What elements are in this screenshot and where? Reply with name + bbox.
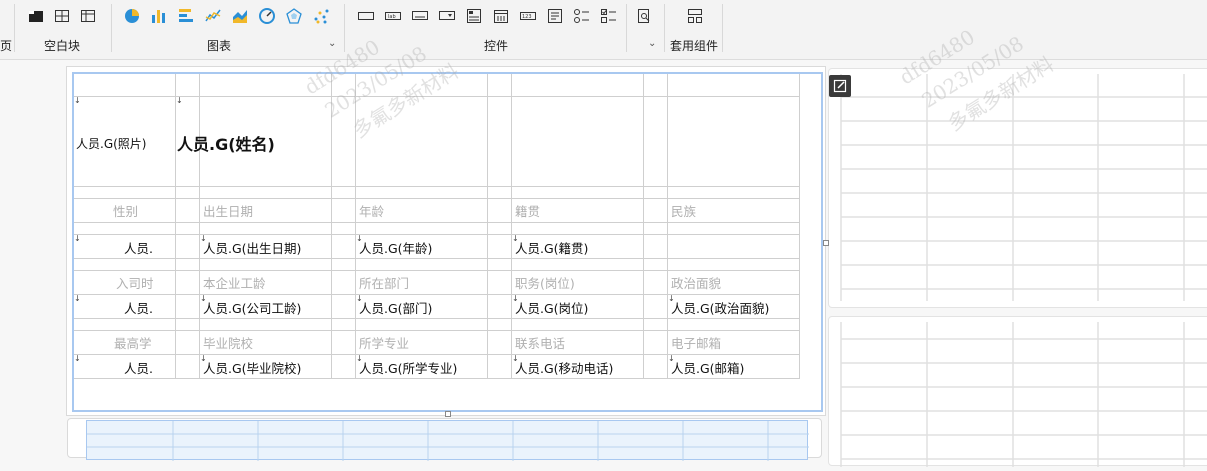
common-component-icon[interactable] <box>685 6 705 26</box>
edit-icon <box>833 79 847 93</box>
label-cell[interactable]: 电子邮箱 <box>671 333 721 352</box>
blank-block-dark-icon[interactable] <box>26 6 46 26</box>
value-cell[interactable]: 人员.G(毕业院校) <box>203 358 301 377</box>
ribbon-toolbar: 页 空白块 图表 ⌄ lab 123 控件 ⌄ 套用组件 <box>0 0 1207 60</box>
value-cell[interactable]: 人员.G(籍贯) <box>515 238 588 257</box>
area-chart-icon[interactable] <box>230 6 250 26</box>
label-cell[interactable]: 入司时 <box>116 273 154 292</box>
value-cell[interactable]: 人员.G(年龄) <box>359 238 432 257</box>
expand-down-icon: ↓ <box>74 96 81 105</box>
label-widget-icon[interactable]: lab <box>383 6 403 26</box>
radar-chart-icon[interactable] <box>284 6 304 26</box>
button-widget-icon[interactable] <box>356 6 376 26</box>
expand-down-icon: ↓ <box>74 354 81 363</box>
value-cell[interactable]: 人员.G(出生日期) <box>203 238 301 257</box>
label-cell[interactable]: 职务(岗位) <box>515 273 575 292</box>
dropdown-widget-icon[interactable] <box>437 6 457 26</box>
label-cell[interactable]: 籍贯 <box>515 201 540 220</box>
resize-handle-bottom[interactable] <box>445 411 451 417</box>
label-cell[interactable]: 性别 <box>113 201 138 220</box>
value-cell[interactable]: 人员.G(部门) <box>359 298 432 317</box>
right-panel-top-grid <box>840 74 1207 301</box>
resize-handle-right[interactable] <box>823 240 829 246</box>
name-cell[interactable]: 人员.G(姓名) <box>177 131 275 155</box>
value-cell[interactable]: 人员. <box>124 358 153 377</box>
separator <box>722 4 723 52</box>
chevron-down-icon[interactable]: ⌄ <box>328 38 336 49</box>
value-cell[interactable]: 人员.G(所学专业) <box>359 358 457 377</box>
group-label-blank: 空白块 <box>44 39 81 53</box>
scatter-chart-icon[interactable] <box>311 6 331 26</box>
value-cell[interactable]: 人员.G(邮箱) <box>671 358 744 377</box>
value-cell[interactable]: 人员.G(公司工龄) <box>203 298 301 317</box>
separator <box>626 4 627 52</box>
search-widget-icon[interactable] <box>634 6 654 26</box>
separator <box>664 4 665 52</box>
expand-down-icon: ↓ <box>74 234 81 243</box>
blank-block-split-icon[interactable] <box>52 6 72 26</box>
checkbox-group-widget-icon[interactable] <box>599 6 619 26</box>
textarea-widget-icon[interactable] <box>545 6 565 26</box>
chevron-down-icon[interactable]: ⌄ <box>648 38 656 49</box>
value-cell[interactable]: 人员.G(政治面貌) <box>671 298 769 317</box>
bar-chart-icon[interactable] <box>149 6 169 26</box>
pie-chart-icon[interactable] <box>122 6 142 26</box>
number-widget-icon[interactable]: 123 <box>518 6 538 26</box>
lower-grid-lines <box>87 421 809 461</box>
blank-block-grid-icon[interactable] <box>78 6 98 26</box>
lower-report-grid[interactable] <box>86 420 809 461</box>
date-widget-icon[interactable] <box>491 6 511 26</box>
separator <box>111 4 112 52</box>
expand-down-icon: ↓ <box>176 96 183 105</box>
radio-group-widget-icon[interactable] <box>572 6 592 26</box>
right-panel-bottom-grid <box>840 322 1207 467</box>
value-cell[interactable]: 人员. <box>124 238 153 257</box>
right-panel-bottom[interactable] <box>828 316 1207 467</box>
group-label-widget: 控件 <box>484 39 509 53</box>
group-label-chart: 图表 <box>207 39 232 53</box>
value-cell[interactable]: 人员.G(岗位) <box>515 298 588 317</box>
value-cell[interactable]: 人员.G(移动电话) <box>515 358 613 377</box>
horizontal-bar-chart-icon[interactable] <box>176 6 196 26</box>
label-cell[interactable]: 出生日期 <box>203 201 253 220</box>
value-cell[interactable]: 人员. <box>124 298 153 317</box>
label-cell[interactable]: 最高学 <box>114 333 152 352</box>
svg-text:lab: lab <box>388 14 396 20</box>
dropdown-tree-widget-icon[interactable] <box>464 6 484 26</box>
label-cell[interactable]: 年龄 <box>359 201 384 220</box>
separator <box>344 4 345 52</box>
right-panel-top[interactable] <box>828 68 1207 308</box>
separator <box>14 4 15 52</box>
edit-block-button[interactable] <box>829 75 851 97</box>
svg-text:123: 123 <box>522 14 532 20</box>
gauge-chart-icon[interactable] <box>257 6 277 26</box>
label-cell[interactable]: 本企业工龄 <box>203 273 266 292</box>
group-label-partial: 页 <box>0 39 13 53</box>
label-cell[interactable]: 民族 <box>671 201 696 220</box>
line-chart-icon[interactable] <box>203 6 223 26</box>
expand-down-icon: ↓ <box>74 294 81 303</box>
photo-cell[interactable]: 人员.G(照片) <box>76 135 146 152</box>
label-cell[interactable]: 所在部门 <box>359 273 409 292</box>
label-cell[interactable]: 联系电话 <box>515 333 565 352</box>
textbox-widget-icon[interactable] <box>410 6 430 26</box>
label-cell[interactable]: 政治面貌 <box>671 273 721 292</box>
group-label-common: 套用组件 <box>670 39 719 53</box>
label-cell[interactable]: 毕业院校 <box>203 333 253 352</box>
label-cell[interactable]: 所学专业 <box>359 333 409 352</box>
